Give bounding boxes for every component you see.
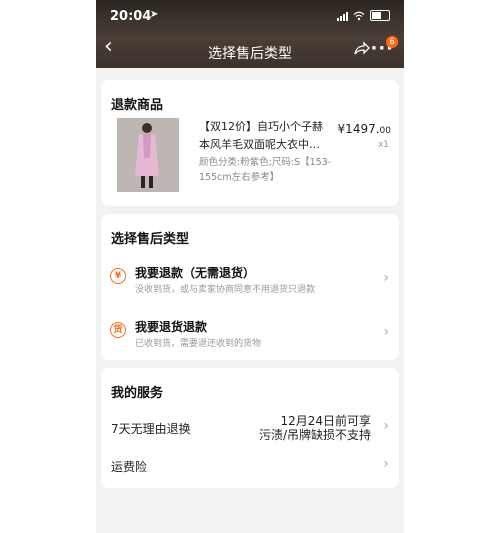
service-row-7day-return[interactable]: 7天无理由退换 12月24日前可享 污渍/吊牌缺损不支持 › xyxy=(101,408,399,444)
refund-only-title: 我要退款（无需退货） xyxy=(135,266,256,280)
service-detail: 12月24日前可享 污渍/吊牌缺损不支持 xyxy=(259,414,371,442)
yen-icon: ¥ xyxy=(110,268,126,284)
product-image[interactable] xyxy=(117,118,179,192)
product-quantity: x1 xyxy=(377,140,389,150)
share-icon[interactable] xyxy=(353,40,371,56)
service-detail-line1: 12月24日前可享 xyxy=(280,414,371,428)
service-detail-line2: 污渍/吊牌缺损不支持 xyxy=(258,428,371,442)
refund-only-option[interactable]: ¥ 我要退款（无需退货） 没收到货，或与卖家协商同意不用退货只退款 › xyxy=(101,258,399,302)
phone-screen: 20:04 ➤ ‹ 选择售后类型 ··· 6 退款商品 【双12价】自巧小个子赫… xyxy=(96,0,404,533)
aftersale-type-card: 选择售后类型 ¥ 我要退款（无需退货） 没收到货，或与卖家协商同意不用退货只退款… xyxy=(101,214,399,360)
wifi-icon xyxy=(353,11,365,20)
aftersale-type-title: 选择售后类型 xyxy=(111,232,190,247)
return-and-refund-subtitle: 已收到货，需要退还收到的货物 xyxy=(135,339,262,349)
signal-icon xyxy=(337,11,348,21)
product-price: ¥1497.00 xyxy=(338,122,391,136)
my-services-title: 我的服务 xyxy=(111,386,164,401)
status-time: 20:04 xyxy=(110,9,152,24)
service-row-shipping-insurance[interactable]: 运费险 › xyxy=(101,452,399,482)
return-goods-icon: 货 xyxy=(110,322,126,338)
return-and-refund-option[interactable]: 货 我要退货退款 已收到货，需要退还收到的货物 › xyxy=(101,312,399,356)
top-bar: 20:04 ➤ ‹ 选择售后类型 ··· 6 xyxy=(96,0,404,68)
product-photo-illustration xyxy=(117,118,179,192)
service-label: 运费险 xyxy=(111,460,148,474)
refund-only-subtitle: 没收到货，或与卖家协商同意不用退货只退款 xyxy=(135,285,316,295)
chevron-right-icon: › xyxy=(383,418,389,434)
service-label: 7天无理由退换 xyxy=(111,422,191,436)
refund-goods-card: 退款商品 【双12价】自巧小个子赫本风羊毛双面呢大衣中… 颜色分类:粉紫色;尺码… xyxy=(101,80,399,206)
return-and-refund-title: 我要退货退款 xyxy=(135,320,208,334)
status-indicators xyxy=(337,10,390,21)
chevron-right-icon: › xyxy=(383,456,389,472)
price-decimal: 00 xyxy=(379,126,391,136)
refund-goods-title: 退款商品 xyxy=(111,98,164,113)
my-services-card: 我的服务 7天无理由退换 12月24日前可享 污渍/吊牌缺损不支持 › 运费险 … xyxy=(101,368,399,488)
battery-icon xyxy=(370,10,390,21)
notification-badge: 6 xyxy=(386,36,398,48)
chevron-right-icon: › xyxy=(383,270,389,286)
product-sku: 颜色分类:粉紫色;尺码:S【153-155cm左右参考】 xyxy=(199,157,332,183)
price-main: ¥1497. xyxy=(337,122,380,136)
location-arrow-icon: ➤ xyxy=(150,9,159,20)
product-name[interactable]: 【双12价】自巧小个子赫本风羊毛双面呢大衣中… xyxy=(199,118,327,154)
chevron-right-icon: › xyxy=(383,324,389,340)
